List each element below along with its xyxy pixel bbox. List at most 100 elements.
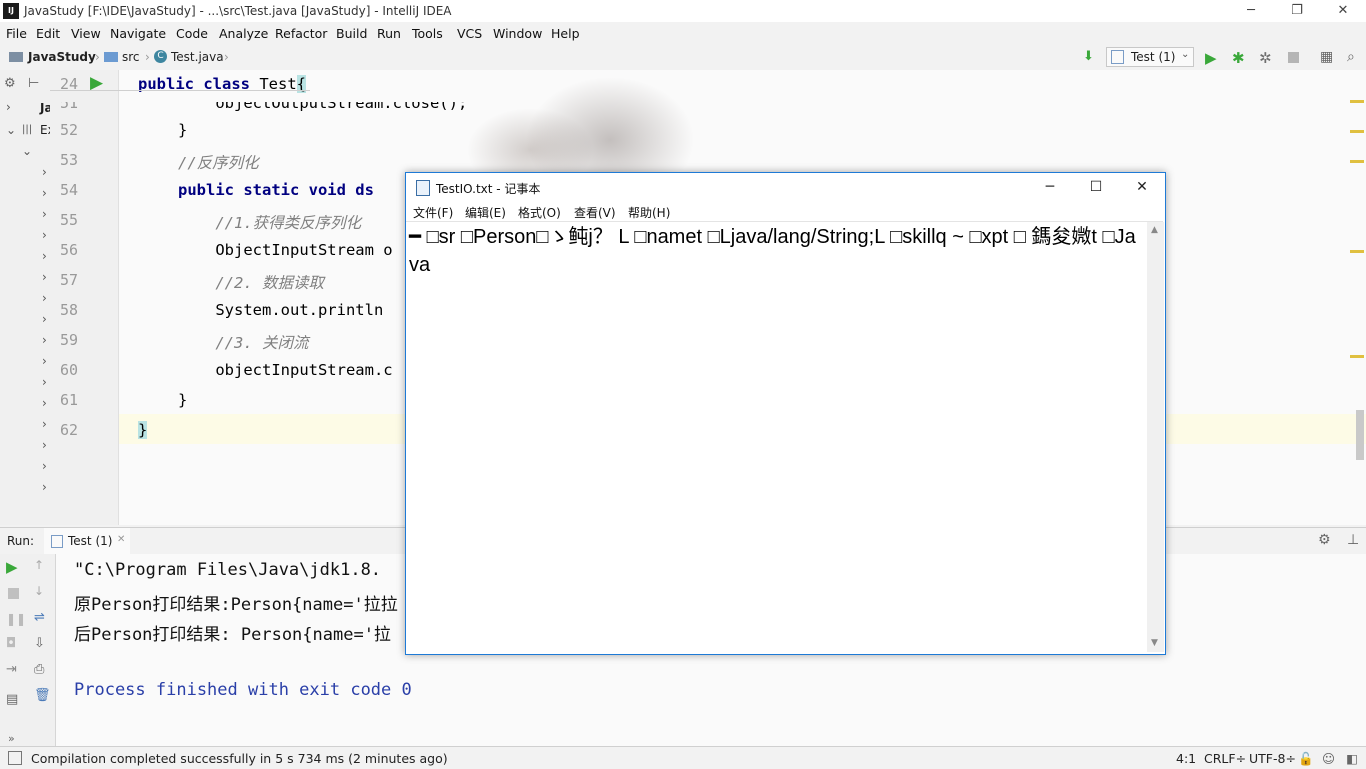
menu-tools[interactable]: Tools	[412, 26, 443, 41]
close-tab-icon[interactable]: ✕	[117, 534, 125, 545]
window-title: JavaStudy [F:\IDE\JavaStudy] - ...\src\T…	[24, 4, 452, 18]
toggle-tool-windows-icon[interactable]	[8, 751, 22, 765]
inspector-icon[interactable]: ☺	[1322, 751, 1335, 766]
editor-scrollbar-thumb[interactable]	[1356, 410, 1364, 460]
menu-edit[interactable]: Edit	[36, 26, 60, 41]
print-icon[interactable]: ⎙	[34, 662, 50, 678]
line-number: 52	[59, 121, 78, 139]
search-icon[interactable]: ⌕	[1347, 49, 1363, 65]
menu-view[interactable]: View	[71, 26, 101, 41]
soft-wrap-icon[interactable]: ⇌	[34, 610, 50, 626]
menu-code[interactable]: Code	[176, 26, 208, 41]
build-icon[interactable]: ⬇	[1083, 49, 1099, 65]
close-button[interactable]: ✕	[1320, 0, 1366, 22]
notepad-menu-bar: 文件(F) 编辑(E) 格式(O) 查看(V) 帮助(H)	[406, 201, 1165, 221]
stop-icon[interactable]	[1288, 52, 1299, 63]
tree-expanders: › › › › › › › › › › › › › › › ›	[42, 165, 47, 494]
layout-icon[interactable]: ▤	[6, 692, 22, 708]
down-arrow-icon[interactable]: ↓	[34, 584, 50, 600]
code-line-62: }	[138, 421, 148, 439]
coverage-icon[interactable]: ✲	[1259, 49, 1275, 67]
notepad-text-area[interactable]: ━ □sr □Person□ゝ鲀j？ L □namet □Ljava/lang/…	[409, 223, 1139, 643]
error-stripe-marker[interactable]	[1350, 130, 1364, 133]
menu-refactor[interactable]: Refactor	[275, 26, 327, 41]
error-stripe-marker[interactable]	[1350, 355, 1364, 358]
chevron-right-icon[interactable]: ›	[6, 100, 11, 114]
notepad-close-button[interactable]: ✕	[1119, 173, 1165, 201]
menu-window[interactable]: Window	[493, 26, 542, 41]
menu-navigate[interactable]: Navigate	[110, 26, 166, 41]
notepad-window: TestIO.txt - 记事本 ─ ☐ ✕ 文件(F) 编辑(E) 格式(O)…	[405, 172, 1166, 655]
more-icon[interactable]: »	[8, 732, 15, 745]
error-stripe-marker[interactable]	[1350, 250, 1364, 253]
breadcrumb-project[interactable]: JavaStudy	[28, 50, 96, 64]
menu-bar: File Edit View Navigate Code Analyze Ref…	[0, 22, 1366, 44]
camera-icon[interactable]: ◘	[6, 636, 22, 652]
breadcrumb-file[interactable]: Test.java	[171, 50, 224, 64]
scroll-to-end-icon[interactable]: ⇩	[34, 636, 50, 652]
line-number: 53	[59, 151, 78, 169]
notepad-title: TestIO.txt - 记事本	[436, 182, 541, 196]
scroll-up-icon[interactable]: ▲	[1151, 225, 1158, 235]
console-line: 原Person打印结果:Person{name='拉拉	[74, 595, 398, 615]
notepad-minimize-button[interactable]: ─	[1027, 173, 1073, 201]
chevron-down-icon[interactable]: ⌄	[6, 123, 16, 137]
hide-panel-icon[interactable]: ⊥	[1347, 532, 1359, 548]
scroll-down-icon[interactable]: ▼	[1151, 638, 1158, 648]
code-line-54: public static void ds	[178, 181, 374, 199]
line-number: 58	[59, 301, 78, 319]
breadcrumb-src[interactable]: src	[122, 50, 140, 64]
notepad-menu-edit[interactable]: 编辑(E)	[465, 204, 506, 221]
lock-icon[interactable]: 🔓	[1298, 751, 1314, 767]
exit-icon[interactable]: ⇥	[6, 662, 22, 678]
minimize-button[interactable]: ─	[1228, 0, 1274, 22]
error-stripe-marker[interactable]	[1350, 160, 1364, 163]
cursor-position[interactable]: 4:1	[1176, 751, 1196, 766]
menu-help[interactable]: Help	[551, 26, 580, 41]
notepad-menu-format[interactable]: 格式(O)	[518, 204, 561, 221]
debug-icon[interactable]: ✱	[1232, 49, 1248, 67]
run-panel-label: Run:	[7, 534, 35, 548]
status-bar: Compilation completed successfully in 5 …	[0, 746, 1366, 769]
pause-icon[interactable]: ❚❚	[6, 612, 26, 628]
line-separator[interactable]: CRLF÷	[1204, 751, 1246, 766]
project-tool-strip: ⚙ ⊢ › Ja ⌄ ||| Ex ⌄ › › › › › › › › › › › › › › › ›	[0, 70, 55, 525]
status-message: Compilation completed successfully in 5 …	[31, 751, 448, 766]
sticky-header-divider	[50, 90, 310, 91]
notepad-icon	[416, 180, 430, 196]
navigation-bar: JavaStudy › src › C Test.java › ⬇ Test (…	[0, 44, 1366, 71]
code-line-53: //反序列化	[178, 154, 259, 172]
run-icon[interactable]: ▶	[1205, 49, 1221, 67]
trash-icon[interactable]: 🗑	[34, 688, 51, 704]
error-stripe-marker[interactable]	[1350, 100, 1364, 103]
code-line-51: objectOutputStream.close();	[178, 94, 468, 112]
settings-icon[interactable]: ⚙	[1318, 532, 1331, 548]
restore-button[interactable]: ❐	[1274, 0, 1320, 22]
notepad-menu-help[interactable]: 帮助(H)	[628, 204, 670, 221]
menu-analyze[interactable]: Analyze	[219, 26, 268, 41]
settings-icon[interactable]: ⚙	[4, 76, 16, 91]
notepad-menu-file[interactable]: 文件(F)	[413, 204, 453, 221]
notepad-divider	[406, 221, 1163, 222]
line-number: 61	[59, 391, 78, 409]
code-line-56: ObjectInputStream o	[178, 241, 393, 259]
ide-title-bar: IJ JavaStudy [F:\IDE\JavaStudy] - ...\sr…	[0, 0, 1366, 22]
project-structure-icon[interactable]: ▦	[1320, 49, 1336, 65]
notepad-scrollbar[interactable]: ▲ ▼	[1147, 222, 1164, 652]
menu-run[interactable]: Run	[377, 26, 401, 41]
run-config-select[interactable]: Test (1) ⌄	[1106, 47, 1194, 67]
up-arrow-icon[interactable]: ↑	[34, 558, 50, 574]
menu-file[interactable]: File	[6, 26, 27, 41]
notepad-menu-view[interactable]: 查看(V)	[574, 204, 616, 221]
chevron-down-icon[interactable]: ⌄	[22, 144, 32, 158]
file-encoding[interactable]: UTF-8÷	[1249, 751, 1296, 766]
run-tab[interactable]: Test (1) ✕	[44, 528, 130, 554]
rerun-icon[interactable]: ▶	[6, 558, 22, 576]
notepad-maximize-button[interactable]: ☐	[1073, 173, 1119, 201]
menu-build[interactable]: Build	[336, 26, 367, 41]
line-number: 59	[59, 331, 78, 349]
stop-icon[interactable]	[8, 588, 19, 599]
event-log-icon[interactable]: ◧	[1346, 751, 1358, 766]
menu-vcs[interactable]: VCS	[457, 26, 482, 41]
collapse-icon[interactable]: ⊢	[28, 76, 39, 91]
